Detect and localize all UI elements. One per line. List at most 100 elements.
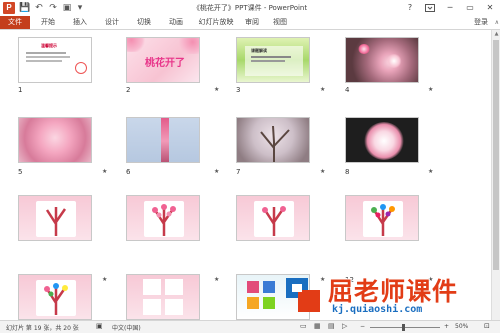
animation-star-icon: ★ xyxy=(214,276,220,283)
help-icon[interactable]: ? xyxy=(400,0,420,16)
slide-thumbnail-6[interactable] xyxy=(126,117,200,163)
customize-qat-icon[interactable]: ▾ xyxy=(74,2,86,14)
tab-design[interactable]: 设计 xyxy=(102,16,122,29)
animation-star-icon: ★ xyxy=(320,86,326,93)
slide-4-blossom xyxy=(386,54,402,68)
slide-15-picture xyxy=(247,281,259,293)
tab-view[interactable]: 视图 xyxy=(270,16,290,29)
slide-11-tree xyxy=(262,206,286,236)
fit-slide-icon[interactable]: ⊡ xyxy=(484,322,490,330)
slide-number-8: 8 xyxy=(345,168,350,176)
slide-number-2: 2 xyxy=(126,86,131,94)
slide-2-title: 桃花开了 xyxy=(145,58,185,69)
title-bar: P 💾 ↶ ↷ ▣ ▾ 《桃花开了》PPT课件 - PowerPoint ? ─… xyxy=(0,0,500,16)
slide-number-3: 3 xyxy=(236,86,241,94)
slide-1-title: 温馨提示 xyxy=(41,43,57,48)
slide-number-5: 5 xyxy=(18,168,23,176)
restore-button[interactable]: ▭ xyxy=(460,0,480,16)
animation-star-icon: ★ xyxy=(214,86,220,93)
slide-1-stamp xyxy=(75,62,87,74)
slide-15-picture xyxy=(263,297,275,309)
slide-sorter: 温馨提示 1 桃花开了 2 ★ 课题解读 3 ★ 4 ★ 5 ★ 6 ★ 7 ★… xyxy=(0,30,500,320)
slide-thumbnail-8[interactable] xyxy=(345,117,419,163)
slide-number-12: 12 xyxy=(345,276,354,284)
tab-review[interactable]: 审阅 xyxy=(242,16,262,29)
slide-sorter-view-icon[interactable]: ▦ xyxy=(314,322,321,330)
slide-thumbnail-9[interactable] xyxy=(18,195,92,241)
animation-star-icon: ★ xyxy=(214,168,220,175)
slide-3-title: 课题解读 xyxy=(251,48,267,53)
slide-thumbnail-5[interactable] xyxy=(18,117,92,163)
undo-icon[interactable]: ↶ xyxy=(33,2,45,14)
tab-transitions[interactable]: 切换 xyxy=(134,16,154,29)
slide-14-picture xyxy=(143,279,161,295)
slide-thumbnail-10[interactable] xyxy=(126,195,200,241)
reading-view-icon[interactable]: ▤ xyxy=(328,322,335,330)
sign-in-link[interactable]: 登录 xyxy=(474,16,488,29)
animation-star-icon: ★ xyxy=(320,276,326,283)
redo-icon[interactable]: ↷ xyxy=(47,2,59,14)
ribbon-display-icon[interactable] xyxy=(420,0,440,16)
collapse-ribbon-icon[interactable]: ∧ xyxy=(495,19,499,26)
language-status[interactable]: 中文(中国) xyxy=(112,323,141,332)
scroll-thumb[interactable] xyxy=(493,40,499,270)
slide-7-tree xyxy=(260,125,290,162)
spell-check-icon[interactable]: ▣ xyxy=(96,322,103,330)
slide-10-tree xyxy=(152,204,176,236)
minimize-button[interactable]: ─ xyxy=(440,0,460,16)
tab-file[interactable]: 文件 xyxy=(0,16,30,29)
slide-6-branch xyxy=(161,118,169,162)
vertical-scrollbar[interactable]: ▲ xyxy=(491,30,500,320)
zoom-slider-handle[interactable] xyxy=(402,324,405,331)
slide-2-blossom xyxy=(127,38,147,52)
close-button[interactable]: ✕ xyxy=(480,0,500,16)
slide-2-blossom xyxy=(177,38,199,54)
normal-view-icon[interactable]: ▭ xyxy=(300,322,307,330)
slide-thumbnail-15[interactable] xyxy=(236,274,310,320)
zoom-out-icon[interactable]: − xyxy=(360,323,365,330)
zoom-slider[interactable] xyxy=(370,327,440,328)
animation-star-icon: ★ xyxy=(428,276,434,283)
slide-thumbnail-1[interactable]: 温馨提示 xyxy=(18,37,92,83)
animation-star-icon: ★ xyxy=(102,276,108,283)
slide-number-1: 1 xyxy=(18,86,23,94)
slide-number-6: 6 xyxy=(126,168,131,176)
slide-15-picture xyxy=(247,297,259,309)
tab-slide-show[interactable]: 幻灯片放映 xyxy=(196,16,236,29)
save-icon[interactable]: 💾 xyxy=(19,2,31,14)
slide-13-tree xyxy=(44,283,68,315)
slide-14-picture xyxy=(165,299,183,315)
slide-thumbnail-4[interactable] xyxy=(345,37,419,83)
slide-thumbnail-12[interactable] xyxy=(345,195,419,241)
slide-number-7: 7 xyxy=(236,168,241,176)
scroll-up-icon[interactable]: ▲ xyxy=(492,30,500,38)
slide-1-text-line xyxy=(26,52,66,54)
animation-star-icon: ★ xyxy=(428,168,434,175)
present-from-start-icon[interactable]: ▣ xyxy=(61,2,73,14)
tab-animations[interactable]: 动画 xyxy=(166,16,186,29)
slide-show-view-icon[interactable]: ▷ xyxy=(342,322,347,330)
slide-thumbnail-14[interactable] xyxy=(126,274,200,320)
tab-insert[interactable]: 插入 xyxy=(70,16,90,29)
slide-thumbnail-3[interactable]: 课题解读 xyxy=(236,37,310,83)
animation-star-icon: ★ xyxy=(428,86,434,93)
slide-14-picture xyxy=(165,279,183,295)
tab-home[interactable]: 开始 xyxy=(38,16,58,29)
slide-9-tree xyxy=(45,207,67,236)
slide-15-picture xyxy=(263,281,275,293)
powerpoint-app-icon[interactable]: P xyxy=(3,2,15,14)
slide-count-status[interactable]: 幻灯片 第 19 张，共 20 张 xyxy=(6,323,79,332)
slide-number-4: 4 xyxy=(345,86,350,94)
slide-1-text-line xyxy=(26,60,62,62)
slide-thumbnail-2[interactable]: 桃花开了 xyxy=(126,37,200,83)
zoom-in-icon[interactable]: + xyxy=(444,323,449,330)
slide-4-blossom xyxy=(358,44,370,54)
slide-thumbnail-11[interactable] xyxy=(236,195,310,241)
slide-14-picture xyxy=(143,299,161,315)
slide-8-blossom xyxy=(364,122,404,160)
animation-star-icon: ★ xyxy=(320,168,326,175)
zoom-level[interactable]: 50% xyxy=(455,323,468,330)
ribbon-display-icon-shape xyxy=(425,4,435,12)
slide-thumbnail-7[interactable] xyxy=(236,117,310,163)
slide-thumbnail-13[interactable] xyxy=(18,274,92,320)
